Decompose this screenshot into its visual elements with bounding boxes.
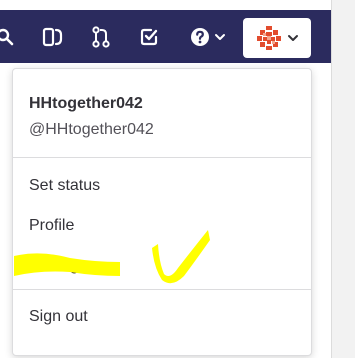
divider bbox=[13, 289, 311, 290]
chevron-down-icon bbox=[288, 35, 298, 41]
top-strip bbox=[0, 0, 355, 10]
search-icon[interactable] bbox=[0, 22, 16, 52]
todo-check-icon[interactable] bbox=[134, 22, 164, 52]
merge-requests-icon[interactable] bbox=[86, 22, 116, 52]
page-scrollbar[interactable] bbox=[331, 0, 355, 358]
help-icon bbox=[191, 28, 209, 46]
avatar bbox=[256, 25, 282, 51]
divider bbox=[13, 157, 311, 158]
menu-item-set-status[interactable]: Set status bbox=[29, 177, 100, 195]
issues-icon[interactable] bbox=[38, 22, 68, 52]
menu-item-sign-out[interactable]: Sign out bbox=[29, 308, 88, 326]
chevron-down-icon bbox=[215, 34, 225, 40]
user-display-name: HHtogether042 bbox=[29, 95, 143, 112]
user-handle: @HHtogether042 bbox=[29, 121, 154, 138]
help-menu-button[interactable] bbox=[186, 22, 230, 52]
top-navbar bbox=[0, 10, 331, 63]
menu-item-profile[interactable]: Profile bbox=[29, 217, 74, 235]
menu-item-settings[interactable]: Settings bbox=[29, 257, 87, 275]
user-avatar-button[interactable] bbox=[243, 18, 311, 58]
user-dropdown-menu: HHtogether042 @HHtogether042 Set status … bbox=[12, 68, 312, 356]
